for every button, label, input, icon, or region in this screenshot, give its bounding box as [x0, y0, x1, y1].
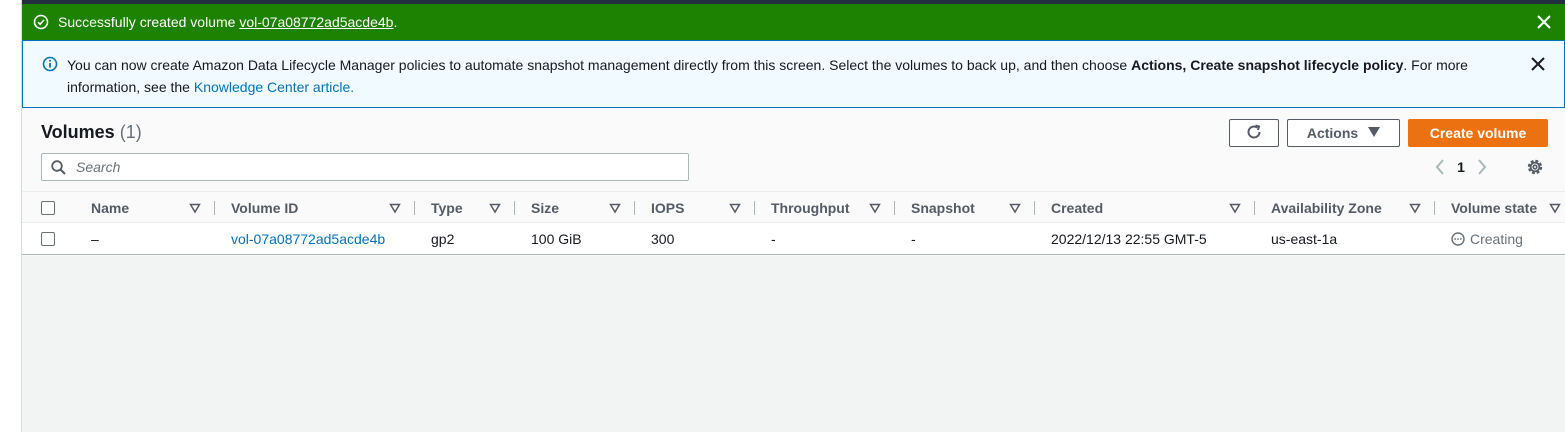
sort-triangle-icon[interactable]: [609, 201, 621, 214]
cell-created: 2022/12/13 22:55 GMT-5: [1051, 231, 1207, 247]
search-icon: [51, 159, 66, 175]
cell-snapshot: -: [911, 231, 916, 247]
column-header-throughput[interactable]: Throughput: [771, 192, 850, 224]
chevron-right-icon[interactable]: [1472, 157, 1492, 177]
success-prefix: Successfully created volume: [58, 14, 240, 30]
success-flash: Successfully created volume vol-07a08772…: [22, 4, 1565, 40]
success-suffix: .: [393, 14, 398, 30]
success-volume-link[interactable]: vol-07a08772ad5acde4b: [239, 14, 393, 30]
chevron-left-icon[interactable]: [1430, 157, 1450, 177]
pending-circle-icon: [1451, 232, 1465, 246]
column-header-name[interactable]: Name: [91, 192, 129, 224]
search-input[interactable]: [76, 159, 688, 175]
sort-triangle-icon[interactable]: [189, 201, 201, 214]
knowledge-center-link[interactable]: Knowledge Center article.: [194, 79, 354, 95]
column-header-snapshot[interactable]: Snapshot: [911, 192, 975, 224]
select-all-checkbox[interactable]: [41, 201, 55, 215]
column-header-size[interactable]: Size: [531, 192, 559, 224]
cell-volume-state: Creating: [1451, 223, 1523, 255]
row-checkbox[interactable]: [41, 232, 55, 246]
actions-label: Actions: [1306, 125, 1359, 141]
left-navigation-edge: [0, 0, 22, 432]
sort-triangle-icon[interactable]: [1409, 201, 1421, 214]
info-bold-actions: Actions, Create snapshot lifecycle polic…: [1131, 57, 1404, 73]
column-divider[interactable]: [1034, 201, 1035, 215]
column-divider[interactable]: [754, 201, 755, 215]
column-divider[interactable]: [414, 201, 415, 215]
cell-type: gp2: [431, 231, 455, 247]
close-icon[interactable]: [1529, 55, 1547, 73]
refresh-button[interactable]: [1229, 119, 1279, 147]
column-divider[interactable]: [1254, 201, 1255, 215]
cell-iops: 300: [651, 231, 675, 247]
caret-down-icon: [1368, 126, 1381, 140]
cell-availability-zone: us-east-1a: [1271, 231, 1338, 247]
success-message: Successfully created volume vol-07a08772…: [58, 14, 397, 30]
info-circle-icon: [42, 56, 58, 72]
panel-title-text: Volumes: [41, 122, 115, 142]
sort-triangle-icon[interactable]: [489, 201, 501, 214]
pagination: 1: [1430, 157, 1492, 177]
cell-throughput: -: [771, 231, 776, 247]
column-header-volume-state[interactable]: Volume state: [1451, 192, 1537, 224]
column-header-volume-id[interactable]: Volume ID: [231, 192, 298, 224]
sort-triangle-icon[interactable]: [1549, 201, 1561, 214]
gear-icon[interactable]: [1525, 157, 1545, 177]
column-divider[interactable]: [514, 201, 515, 215]
table-header: Name Volume ID Type Size IOPS Throughput…: [22, 191, 1565, 223]
create-volume-button[interactable]: Create volume: [1408, 119, 1548, 147]
column-header-type[interactable]: Type: [431, 192, 463, 224]
page-number[interactable]: 1: [1450, 159, 1472, 175]
cell-volume-id-link[interactable]: vol-07a08772ad5acde4b: [231, 223, 385, 255]
sort-triangle-icon[interactable]: [389, 201, 401, 214]
volume-count: (1): [119, 122, 142, 142]
table-row[interactable]: – vol-07a08772ad5acde4b gp2 100 GiB 300 …: [22, 223, 1565, 255]
column-header-created[interactable]: Created: [1051, 192, 1103, 224]
cell-size: 100 GiB: [531, 231, 582, 247]
info-banner: You can now create Amazon Data Lifecycle…: [22, 40, 1565, 108]
close-icon[interactable]: [1535, 13, 1553, 31]
check-circle-icon: [33, 14, 49, 30]
column-divider[interactable]: [894, 201, 895, 215]
column-divider[interactable]: [214, 201, 215, 215]
actions-button[interactable]: Actions: [1287, 119, 1400, 147]
volume-state-text: Creating: [1470, 231, 1523, 247]
panel-title: Volumes (1): [41, 122, 142, 143]
refresh-icon: [1245, 123, 1263, 144]
sort-triangle-icon[interactable]: [729, 201, 741, 214]
cell-name: –: [91, 231, 99, 247]
column-header-availability-zone[interactable]: Availability Zone: [1271, 192, 1382, 224]
column-divider[interactable]: [1434, 201, 1435, 215]
sort-triangle-icon[interactable]: [1229, 201, 1241, 214]
sort-triangle-icon[interactable]: [1009, 201, 1021, 214]
info-text-1: You can now create Amazon Data Lifecycle…: [67, 57, 1132, 73]
column-header-iops[interactable]: IOPS: [651, 192, 684, 224]
search-box: [41, 153, 689, 181]
column-divider[interactable]: [634, 201, 635, 215]
sort-triangle-icon[interactable]: [869, 201, 881, 214]
